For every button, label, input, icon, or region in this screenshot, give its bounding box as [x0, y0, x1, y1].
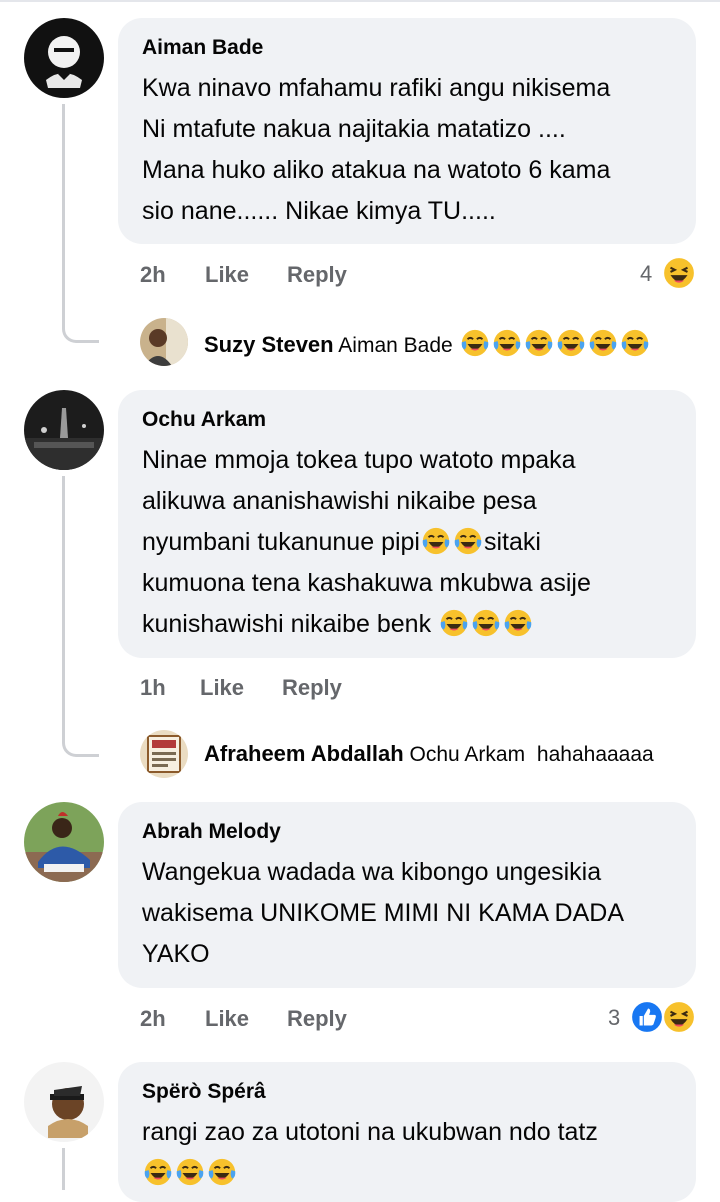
top-divider	[0, 0, 720, 2]
reply-avatar[interactable]	[140, 318, 188, 366]
comment-text-line: Mana huko aliko atakua na watoto 6 kama	[142, 156, 611, 184]
tears-of-joy-icon	[620, 328, 650, 358]
reply-button[interactable]: Reply	[282, 675, 342, 701]
comment-text-segment: kunishawishi nikaibe benk	[142, 610, 439, 638]
tears-of-joy-icon	[421, 526, 451, 556]
reply-button[interactable]: Reply	[287, 262, 347, 288]
comment-text-line	[142, 1153, 674, 1194]
tears-of-joy-icon	[439, 608, 469, 638]
comment-text-line: sio nane...... Nikae kimya TU.....	[142, 197, 496, 225]
avatar[interactable]	[24, 1062, 104, 1142]
comment-text-line: wakisema UNIKOME MIMI NI KAMA DADA	[142, 899, 625, 927]
emoji-group	[420, 526, 484, 556]
comment-text-line: Kwa ninavo mfahamu rafiki angu nikisema	[142, 74, 611, 102]
tears-of-joy-icon	[143, 1157, 173, 1187]
comment-bubble: Abrah Melody Wangekua wadada wa kibongo …	[118, 802, 696, 988]
reply-emoji-group	[459, 329, 651, 357]
comment-bubble: Ochu Arkam Ninae mmoja tokea tupo watoto…	[118, 390, 696, 658]
comment-author[interactable]: Abrah Melody	[142, 818, 674, 846]
comment-text-line: rangi zao za utotoni na ukubwan ndo tatz	[142, 1118, 598, 1146]
reaction-count[interactable]: 4	[640, 261, 652, 287]
comment-author[interactable]: Spërò Spérâ	[142, 1078, 674, 1106]
like-button[interactable]: Like	[205, 262, 249, 288]
comment-text-line: kunishawishi nikaibe benk	[142, 604, 674, 645]
reaction-count[interactable]: 3	[608, 1005, 620, 1031]
comment-text-line: kumuona tena kashakuwa mkubwa asije	[142, 569, 591, 597]
thread-connector	[62, 300, 99, 343]
haha-icon[interactable]	[662, 256, 696, 290]
reply-author[interactable]: Afraheem Abdallah	[204, 741, 404, 766]
comment-author[interactable]: Aiman Bade	[142, 34, 674, 62]
reply-row: Afraheem Abdallah Ochu Arkam hahahaaaaa	[204, 741, 654, 767]
tears-of-joy-icon	[471, 608, 501, 638]
reply-avatar[interactable]	[140, 730, 188, 778]
comment-text-line: Wangekua wadada wa kibongo ungesikia	[142, 858, 602, 886]
comment-text-segment: sitaki	[483, 528, 541, 556]
reply-author[interactable]: Suzy Steven	[204, 332, 334, 357]
tears-of-joy-icon	[556, 328, 586, 358]
avatar[interactable]	[24, 390, 104, 470]
comment-text-line: YAKO	[142, 940, 210, 968]
tears-of-joy-icon	[524, 328, 554, 358]
tears-of-joy-icon	[503, 608, 533, 638]
comment-text-line: alikuwa ananishawishi nikaibe pesa	[142, 487, 537, 515]
comment-text-line: Ni mtafute nakua najitakia matatizo ....	[142, 115, 566, 143]
comment-actions: 1h Like Reply	[140, 675, 440, 705]
reply-mention[interactable]: Aiman Bade	[338, 334, 452, 357]
emoji-group	[438, 608, 534, 638]
tears-of-joy-icon	[588, 328, 618, 358]
tears-of-joy-icon	[460, 328, 490, 358]
reply-row: Suzy Steven Aiman Bade	[204, 328, 651, 358]
like-button[interactable]: Like	[205, 1006, 249, 1032]
comment-text-line: nyumbani tukanunue pipi sitaki	[142, 522, 674, 563]
tears-of-joy-icon	[175, 1157, 205, 1187]
emoji-group	[142, 1157, 238, 1187]
haha-icon[interactable]	[662, 1000, 696, 1034]
tears-of-joy-icon	[453, 526, 483, 556]
comment-bubble: Aiman Bade Kwa ninavo mfahamu rafiki ang…	[118, 18, 696, 244]
reply-button[interactable]: Reply	[287, 1006, 347, 1032]
thread-line	[62, 476, 65, 730]
comment-timestamp[interactable]: 2h	[140, 262, 166, 288]
comment-text-segment: nyumbani tukanunue pipi	[142, 528, 420, 556]
like-icon[interactable]	[630, 1000, 664, 1034]
like-button[interactable]: Like	[200, 675, 244, 701]
reply-mention[interactable]: Ochu Arkam	[410, 743, 526, 766]
thread-line	[62, 104, 65, 318]
comment-bubble: Spërò Spérâ rangi zao za utotoni na ukub…	[118, 1062, 696, 1202]
comment-actions: 2h Like Reply	[140, 262, 440, 292]
tears-of-joy-icon	[207, 1157, 237, 1187]
comment-author[interactable]: Ochu Arkam	[142, 406, 674, 434]
thread-connector	[62, 712, 99, 757]
tears-of-joy-icon	[492, 328, 522, 358]
avatar[interactable]	[24, 18, 104, 98]
comment-timestamp[interactable]: 2h	[140, 1006, 166, 1032]
comment-text-line: Ninae mmoja tokea tupo watoto mpaka	[142, 446, 576, 474]
comment-timestamp[interactable]: 1h	[140, 675, 166, 701]
reply-text: hahahaaaaa	[536, 743, 654, 766]
thread-line	[62, 1148, 65, 1190]
avatar[interactable]	[24, 802, 104, 882]
comment-actions: 2h Like Reply	[140, 1006, 440, 1036]
